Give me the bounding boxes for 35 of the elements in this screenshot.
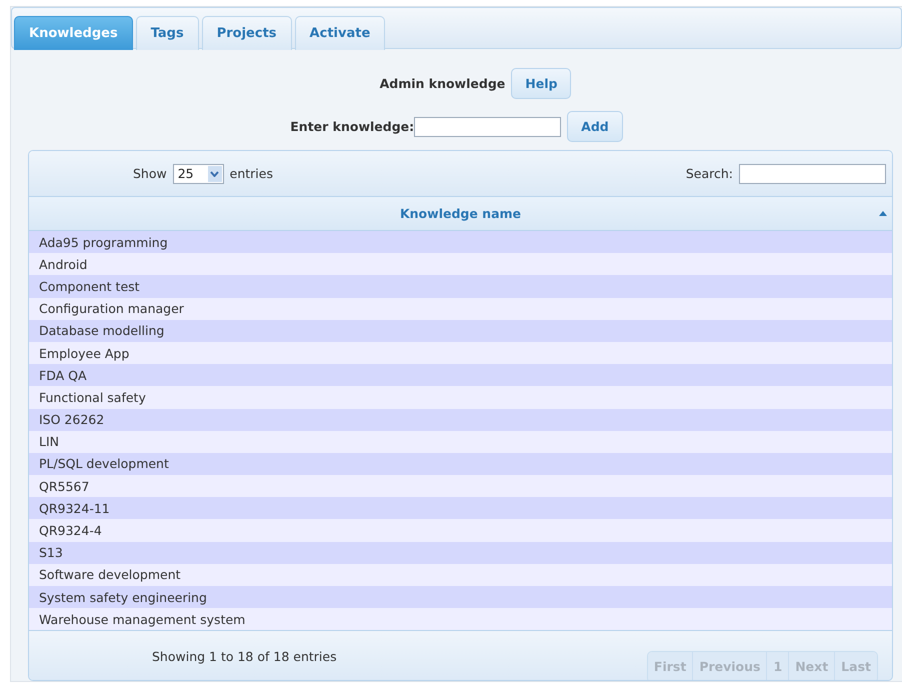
page-title: Admin knowledge: [380, 76, 506, 91]
search-field[interactable]: [739, 164, 886, 184]
table-cell: Android: [29, 253, 892, 276]
knowledge-input-field[interactable]: [414, 116, 562, 136]
table-cell: QR5567: [29, 475, 892, 498]
table-cell: Warehouse management system: [29, 608, 892, 630]
table-cell: FDA QA: [29, 364, 892, 386]
tab[interactable]: Activate: [294, 16, 386, 50]
table-cell: Component test: [29, 275, 892, 298]
tab[interactable]: Tags: [136, 16, 199, 50]
search-label: Search:: [686, 166, 733, 181]
entries-label: entries: [230, 166, 273, 181]
table-info: Showing 1 to 18 of 18 entries: [152, 649, 337, 664]
table-cell: ISO 26262: [29, 408, 892, 431]
entries-select[interactable]: 25: [172, 164, 224, 184]
table-cell: System safety engineering: [29, 586, 892, 608]
tab[interactable]: Knowledges: [14, 16, 133, 50]
table-cell: LIN: [29, 430, 892, 453]
table-cell: QR9324-11: [29, 497, 892, 520]
column-header[interactable]: Knowledge name: [29, 197, 892, 231]
field-label: Enter knowledge:: [290, 119, 414, 134]
tab[interactable]: Projects: [202, 16, 292, 50]
table-cell: Database modelling: [29, 320, 892, 342]
table-cell: Functional safety: [29, 386, 892, 408]
caret-icon: [210, 170, 220, 176]
add-button[interactable]: Add: [567, 111, 623, 142]
table-cell: Ada95 programming: [29, 231, 892, 254]
table-cell: PL/SQL development: [29, 452, 892, 476]
table-cell: QR9324-4: [29, 519, 892, 542]
table-cell: Software development: [29, 564, 892, 586]
table-cell: S13: [29, 542, 892, 564]
table-cell: Employee App: [29, 342, 892, 364]
table-cell: Configuration manager: [29, 298, 892, 320]
show-label: Show: [133, 166, 167, 181]
help-button[interactable]: Help: [511, 68, 572, 99]
